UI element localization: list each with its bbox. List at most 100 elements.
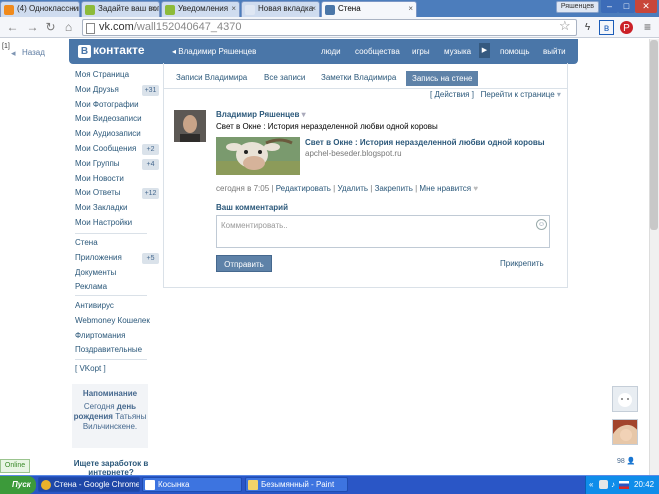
sidebar-item[interactable]: Документы (75, 268, 116, 277)
post-meta: сегодня в 7:05 | Редактировать | Удалить… (216, 184, 479, 193)
sidebar-item[interactable]: Мои Настройки (75, 218, 132, 227)
header-link-help[interactable]: помощь (500, 47, 529, 56)
sidebar-count-badge[interactable]: +5 (142, 252, 159, 264)
taskbar-paint[interactable]: Безымянный - Paint (245, 477, 348, 492)
tab-title: Стена (338, 4, 361, 13)
vk-extension-icon[interactable]: в (599, 20, 614, 35)
maximize-button[interactable]: □ (618, 0, 635, 13)
sidebar-item[interactable]: Реклама (75, 282, 107, 291)
sidebar-item[interactable]: Мои Фотографии (75, 100, 139, 109)
sidebar-item[interactable]: Моя Страница (75, 70, 129, 79)
pinterest-icon[interactable]: P (620, 21, 633, 34)
vkopt-link[interactable]: [ VKopt ] (75, 364, 106, 373)
tray-arrow-icon[interactable]: « (589, 480, 593, 489)
author-menu-icon[interactable]: ▾ (299, 110, 306, 119)
header-link-logout[interactable]: выйти (543, 47, 566, 56)
close-tab-icon[interactable]: × (408, 4, 413, 13)
reminder-body[interactable]: Сегодня день рождения Татьяны Вильчинске… (72, 402, 148, 432)
network-icon[interactable] (599, 480, 608, 489)
link-title[interactable]: Свет в Окне : История неразделенной любв… (305, 138, 545, 147)
edit-link[interactable]: Редактировать (276, 184, 331, 193)
avatar-photo (174, 110, 206, 142)
bookmark-star-icon[interactable]: ☆ (559, 18, 571, 34)
sidebar-item[interactable]: Мои Сообщения (75, 144, 136, 153)
flash-extension-icon[interactable]: ϟ (580, 20, 595, 35)
sidebar-item[interactable]: Поздравительные (75, 345, 142, 354)
tab-wall[interactable]: Стена × (321, 1, 417, 17)
close-tab-icon[interactable]: × (71, 4, 76, 13)
sidebar-item[interactable]: Мои Видеозаписи (75, 114, 142, 123)
page-viewport: [1] ◂ Назад Вконтакте ◂ Владимир Ряшенце… (0, 39, 659, 475)
menu-wrench-icon[interactable]: ≡ (640, 20, 655, 35)
send-button[interactable]: Отправить (216, 255, 272, 272)
heart-icon[interactable]: ♥ (473, 184, 478, 193)
taskbar-chrome[interactable]: Стена - Google Chrome (38, 477, 140, 492)
sidebar-count-badge[interactable]: +2 (142, 144, 159, 155)
header-link-games[interactable]: игры (412, 47, 430, 56)
forward-arrow-icon[interactable]: → (24, 19, 41, 35)
sidebar-item[interactable]: Мои Закладки (75, 203, 128, 212)
pin-link[interactable]: Закрепить (375, 184, 413, 193)
sidebar-count-badge[interactable]: +4 (142, 158, 159, 170)
tab-notifications[interactable]: Уведомления × (161, 1, 240, 17)
close-tab-icon[interactable]: × (151, 4, 156, 13)
sidebar-item[interactable]: Мои Друзья (75, 85, 119, 94)
header-link-communities[interactable]: сообщества (355, 47, 400, 56)
friend-photo (613, 420, 637, 444)
url-path: /wall152040647_4370 (133, 21, 242, 33)
attach-link[interactable]: Прикрепить (500, 259, 544, 268)
post-author-name: Владимир Ряшенцев (216, 110, 300, 119)
friend-avatar[interactable] (612, 419, 638, 445)
tab-favicon-icon (4, 5, 14, 15)
header-link-people[interactable]: люди (321, 47, 341, 56)
language-flag-icon[interactable] (619, 481, 629, 489)
tab-odnoklassniki[interactable]: (4) Одноклассники × (0, 1, 80, 17)
sidebar-count-badge[interactable]: +12 (142, 188, 159, 200)
post-time[interactable]: сегодня в 7:05 (216, 184, 269, 193)
clock[interactable]: 20:42 (634, 480, 654, 489)
back-arrow-icon[interactable]: ← (4, 19, 21, 35)
close-tab-icon[interactable]: × (231, 4, 236, 13)
avatar[interactable] (174, 110, 206, 142)
dog-icon (618, 393, 632, 407)
header-user-name[interactable]: ◂ Владимир Ряшенцев (172, 47, 256, 56)
close-window-button[interactable]: ✕ (635, 0, 657, 13)
sidebar-item[interactable]: Приложения (75, 253, 122, 262)
close-tab-icon[interactable]: × (311, 4, 316, 13)
post-author[interactable]: Владимир Ряшенцев ▾ (216, 110, 306, 119)
header-link-music[interactable]: музыка (444, 47, 471, 56)
vk-logo-text: контакте (93, 43, 145, 57)
vk-logo[interactable]: Вконтакте (78, 43, 145, 58)
sidebar-item[interactable]: Антивирус (75, 301, 114, 310)
earn-ad-title[interactable]: Ищете заработок в интернете? (72, 459, 150, 475)
scroll-thumb[interactable] (650, 40, 658, 230)
sidebar-item[interactable]: Мои Аудиозаписи (75, 129, 141, 138)
comment-input[interactable]: Комментировать.. (216, 215, 550, 248)
profile-chip[interactable]: Ряшенцев (555, 1, 599, 13)
sidebar-count-badge[interactable]: +31 (142, 84, 159, 96)
sidebar-item[interactable]: Флиртомания (75, 331, 125, 340)
taskbar-solitaire[interactable]: Косынка (142, 477, 242, 492)
like-link[interactable]: Мне нравится (419, 184, 471, 193)
smiley-icon[interactable]: ☺ (536, 219, 547, 230)
tab-question[interactable]: Задайте ваш вопрос× (81, 1, 160, 17)
vk-logo-letter: В (78, 45, 91, 58)
sidebar-item[interactable]: Мои Новости (75, 174, 124, 183)
start-button[interactable]: Пуск (0, 476, 36, 494)
music-play-icon[interactable]: ▶ (479, 43, 490, 58)
volume-icon[interactable]: ♪ (611, 480, 615, 489)
tab-new-tab[interactable]: Новая вкладка × (241, 1, 320, 17)
sidebar-item[interactable]: Стена (75, 238, 98, 247)
link-thumbnail[interactable] (216, 137, 300, 175)
delete-link[interactable]: Удалить (337, 184, 368, 193)
minimize-button[interactable]: – (601, 0, 618, 13)
sidebar-item[interactable]: Мои Ответы (75, 188, 121, 197)
vk-widget-icon[interactable] (612, 386, 638, 412)
side-count[interactable]: 98 👤 (617, 457, 635, 465)
home-icon[interactable]: ⌂ (60, 19, 77, 35)
sidebar-item[interactable]: Webmoney Кошелек (75, 316, 150, 325)
link-url[interactable]: apchel-beseder.blogspot.ru (305, 149, 402, 158)
reload-icon[interactable]: ↻ (42, 19, 59, 35)
sidebar-item[interactable]: Мои Группы (75, 159, 120, 168)
address-bar[interactable]: vk.com/wall152040647_4370 (82, 19, 577, 36)
